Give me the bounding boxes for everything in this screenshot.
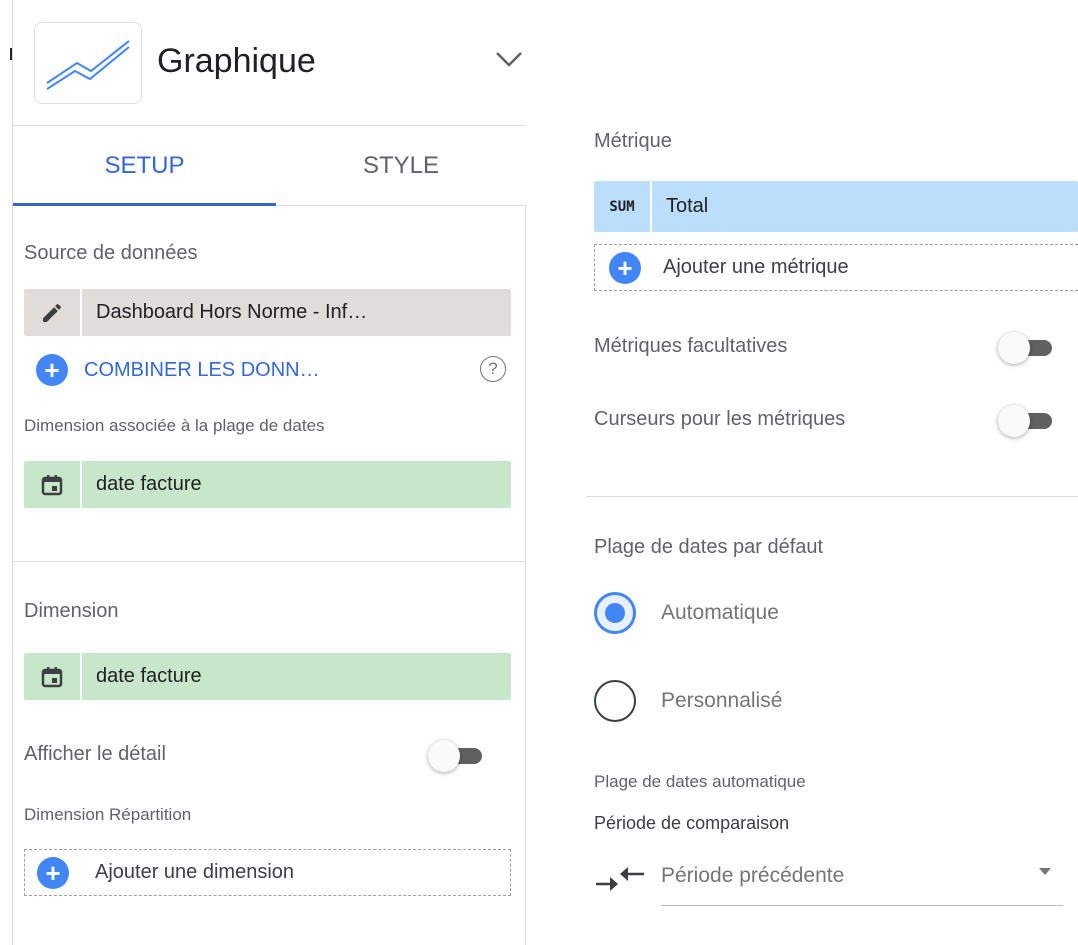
metric-label: Métrique	[594, 130, 672, 152]
add-dimension-button[interactable]: + Ajouter une dimension	[24, 849, 511, 896]
add-metric-label: Ajouter une métrique	[663, 256, 849, 278]
pencil-icon[interactable]	[24, 289, 82, 336]
plus-circle-icon: +	[36, 354, 68, 386]
add-dimension-label: Ajouter une dimension	[95, 861, 295, 883]
tabs-divider	[276, 205, 526, 206]
optional-metrics-label: Métriques facultatives	[594, 335, 788, 357]
aggregation-label: SUM	[609, 198, 635, 215]
metric-sliders-toggle[interactable]	[998, 405, 1054, 437]
tab-setup-indicator	[13, 203, 276, 206]
default-date-range-label: Plage de dates par défaut	[594, 536, 824, 558]
radio-custom-label: Personnalisé	[661, 689, 783, 712]
chart-type-title: Graphique	[157, 42, 316, 80]
toggle-knob	[998, 405, 1030, 437]
tab-setup[interactable]: SETUP	[13, 126, 276, 206]
left-panel-right-border	[525, 206, 526, 945]
comparison-period-label: Période de comparaison	[594, 813, 790, 833]
section-divider	[13, 561, 526, 562]
radio-option-automatic[interactable]: Automatique	[594, 592, 779, 634]
data-source-chip[interactable]: Dashboard Hors Norme - Inf…	[24, 289, 511, 336]
radio-automatic-label: Automatique	[661, 601, 779, 624]
metric-sliders-label: Curseurs pour les métriques	[594, 408, 846, 430]
auto-date-range-label: Plage de dates automatique	[594, 772, 806, 791]
metric-chip[interactable]: SUM Total	[594, 181, 1078, 232]
data-source-name: Dashboard Hors Norme - Inf…	[96, 301, 368, 323]
date-range-dimension-label: Dimension associée à la plage de dates	[24, 416, 325, 435]
calendar-icon	[24, 653, 82, 700]
date-range-dimension-chip[interactable]: date facture	[24, 461, 511, 508]
aggregation-badge[interactable]: SUM	[594, 181, 652, 232]
optional-metrics-toggle[interactable]	[998, 332, 1054, 364]
toggle-knob	[428, 740, 460, 772]
drill-down-toggle[interactable]	[428, 740, 484, 772]
dimension-chip[interactable]: date facture	[24, 653, 511, 700]
line-chart-icon	[34, 22, 142, 104]
dimension-label: Dimension	[24, 600, 119, 622]
radio-unselected[interactable]	[594, 680, 636, 722]
help-icon[interactable]: ?	[480, 356, 506, 382]
chevron-down-icon[interactable]	[495, 50, 523, 73]
radio-option-custom[interactable]: Personnalisé	[594, 680, 782, 722]
blend-data-button[interactable]: + COMBINER LES DONN…	[36, 354, 320, 386]
add-metric-button[interactable]: + Ajouter une métrique	[594, 244, 1078, 291]
tab-setup-label: SETUP	[104, 152, 185, 179]
dimension-value: date facture	[96, 665, 202, 687]
chart-type-selector[interactable]: Graphique	[13, 0, 526, 125]
blend-data-label: COMBINER LES DONN…	[84, 358, 320, 381]
radio-selected[interactable]	[594, 592, 636, 634]
right-section-divider	[586, 496, 1078, 497]
metric-name: Total	[666, 195, 709, 217]
date-range-dimension-value: date facture	[96, 473, 202, 495]
toggle-knob	[998, 332, 1030, 364]
comparison-period-select[interactable]: Période précédente	[661, 852, 1063, 906]
compare-arrows-icon	[596, 864, 644, 899]
comparison-period-value: Période précédente	[661, 864, 845, 887]
calendar-icon	[24, 461, 82, 508]
data-source-label: Source de données	[24, 242, 198, 264]
breakdown-label: Dimension Répartition	[24, 805, 192, 824]
dropdown-arrow-icon	[1039, 868, 1051, 875]
plus-circle-icon: +	[37, 856, 69, 889]
plus-circle-icon: +	[609, 251, 641, 284]
drill-down-label: Afficher le détail	[24, 743, 166, 765]
tab-style-label: STYLE	[362, 152, 440, 179]
tab-style[interactable]: STYLE	[276, 126, 526, 206]
